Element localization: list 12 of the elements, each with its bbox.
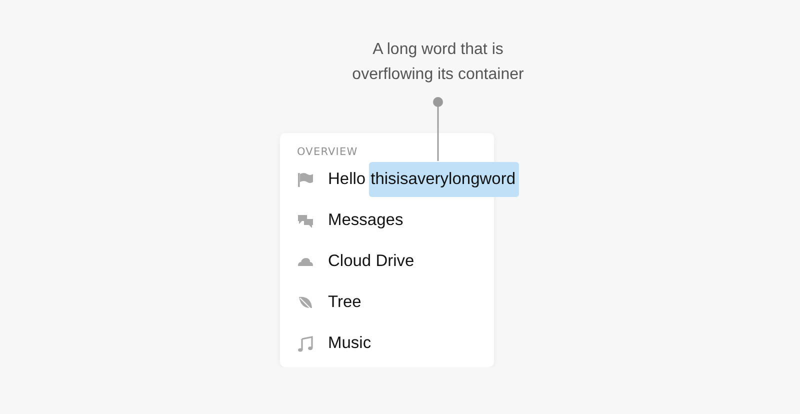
menu-item[interactable]: Cloud Drive (328, 252, 414, 271)
menu-item[interactable]: Music (328, 334, 372, 353)
leaf-icon (297, 294, 314, 310)
annotation-caption: A long word that is overflowing its container (351, 40, 525, 85)
menu-item[interactable]: Hello (328, 170, 366, 189)
chat-bubbles-icon (297, 212, 314, 228)
flag-icon (297, 172, 314, 188)
music-note-icon (297, 336, 314, 352)
section-heading: OVERVIEW (296, 145, 358, 159)
highlighted-word: thisisaverylongword (368, 162, 519, 197)
menu-item[interactable]: Tree (328, 293, 362, 312)
menu-item[interactable]: Messages (328, 211, 404, 230)
